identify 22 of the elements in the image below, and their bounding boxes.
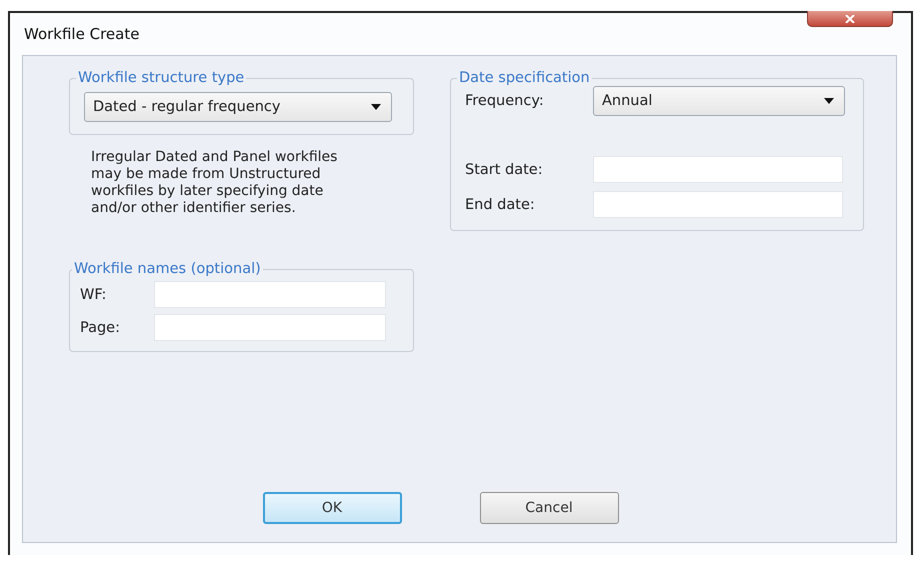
input-field[interactable] (593, 191, 843, 218)
help-text: Irregular Dated and Panel workfiles may be made from Unstructured workfiles by later specifying date and/or other identifier series. (91, 149, 338, 217)
input-field[interactable] (154, 314, 386, 341)
field-label: Start date: (465, 162, 544, 178)
field-label: End date: (465, 196, 536, 212)
frequency-dropdown[interactable]: Annual (593, 86, 845, 116)
group-title: Date specification (458, 70, 591, 86)
window-title: Workfile Create (24, 25, 140, 43)
field-label: WF: (80, 286, 108, 302)
ok-button[interactable]: OK (262, 492, 402, 524)
input-field[interactable] (154, 281, 386, 308)
group-title: Workfile names (optional) (73, 261, 262, 277)
field-label: Frequency: (465, 93, 545, 109)
field-label: Page: (80, 320, 121, 336)
close-button[interactable] (807, 11, 893, 27)
input-field[interactable] (593, 156, 843, 183)
cancel-button[interactable]: Cancel (480, 492, 618, 524)
close-icon (845, 14, 855, 22)
group-title: Workfile structure type (77, 70, 246, 86)
caret-icon (824, 98, 834, 104)
caret-icon (371, 104, 381, 110)
structure-dropdown[interactable]: Dated - regular frequency (84, 92, 392, 122)
